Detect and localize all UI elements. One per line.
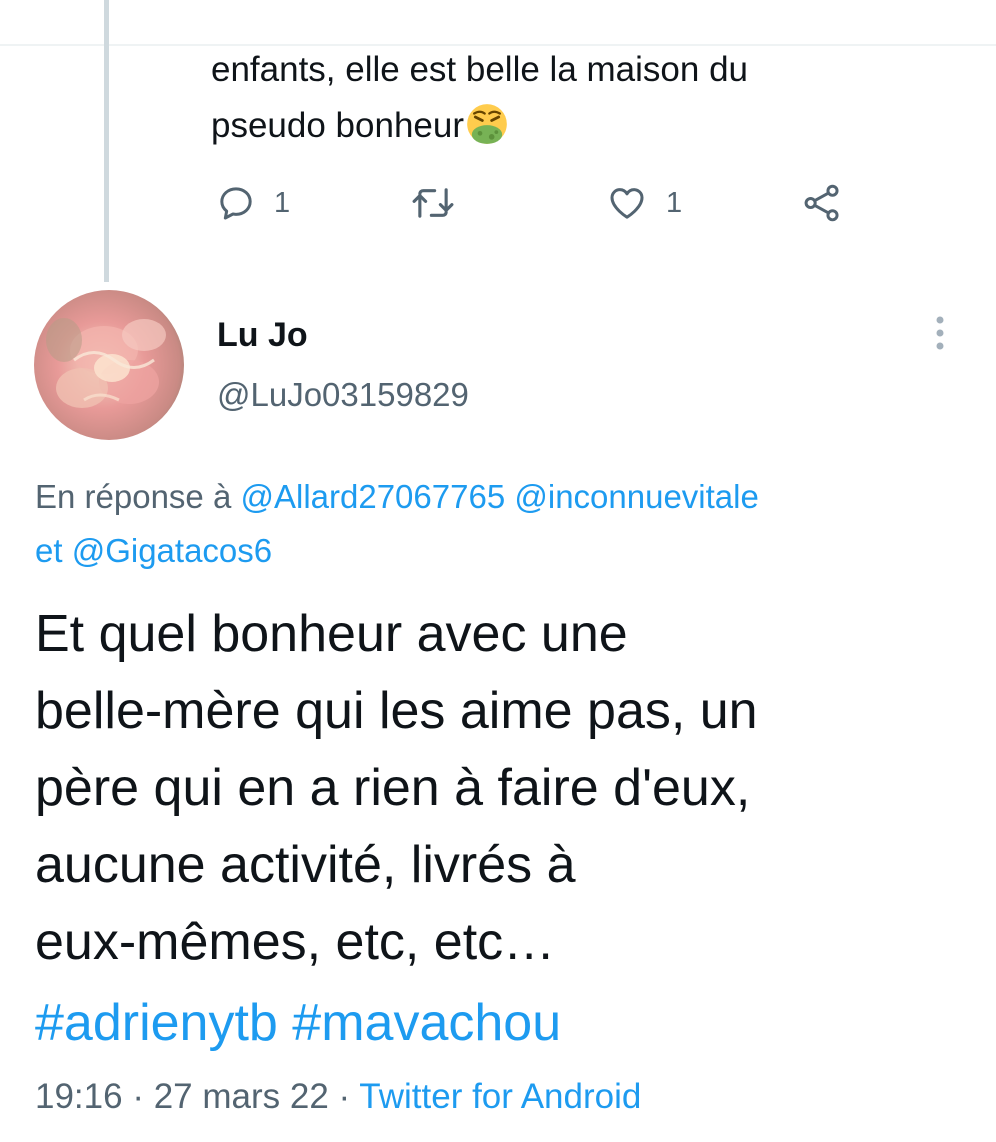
thread-connector-line <box>104 0 109 282</box>
tweet-metadata: 19:16 · 27 mars 22 · Twitter for Android <box>35 1071 641 1123</box>
retweet-button[interactable] <box>410 176 456 230</box>
more-options-button[interactable] <box>922 314 958 354</box>
nauseated-face-icon <box>467 104 507 144</box>
reply-and[interactable]: et <box>35 532 63 569</box>
hashtag-link[interactable]: #mavachou <box>292 994 561 1052</box>
like-button[interactable]: 1 <box>606 176 682 230</box>
reply-prefix: En réponse à <box>35 478 232 515</box>
reply-count: 1 <box>274 186 291 219</box>
avatar-image <box>34 290 184 440</box>
retweet-icon <box>412 188 454 218</box>
tweet-text: Et quel bonheur avec une belle-mère qui … <box>35 605 758 971</box>
more-vertical-icon <box>936 316 944 350</box>
user-handle[interactable]: @LuJo03159829 <box>217 372 469 418</box>
display-name[interactable]: Lu Jo <box>217 312 308 358</box>
reply-button[interactable]: 1 <box>216 176 290 230</box>
hashtag-link[interactable]: #adrienytb <box>35 994 278 1052</box>
meta-separator: · <box>328 1077 360 1116</box>
share-button[interactable] <box>800 176 844 230</box>
previous-tweet-text: enfants, elle est belle la maison du pse… <box>211 42 951 154</box>
meta-separator: · <box>122 1077 154 1116</box>
tweet-source-link[interactable]: Twitter for Android <box>359 1077 641 1116</box>
mention-link[interactable]: @Gigatacos6 <box>72 532 272 569</box>
reply-to-line: En réponse à @Allard27067765 @inconnuevi… <box>35 470 965 578</box>
avatar[interactable] <box>34 290 184 440</box>
hashtags: #adrienytb #mavachou <box>35 985 561 1062</box>
mention-link[interactable]: @Allard27067765 <box>240 478 505 515</box>
reply-icon <box>220 187 252 220</box>
share-icon <box>804 184 839 222</box>
like-count: 1 <box>666 186 683 219</box>
tweet-time[interactable]: 19:16 <box>35 1077 123 1116</box>
tweet-date[interactable]: 27 mars 22 <box>154 1077 329 1116</box>
mention-link[interactable]: @inconnuevitale <box>514 478 759 515</box>
heart-icon <box>610 188 644 219</box>
